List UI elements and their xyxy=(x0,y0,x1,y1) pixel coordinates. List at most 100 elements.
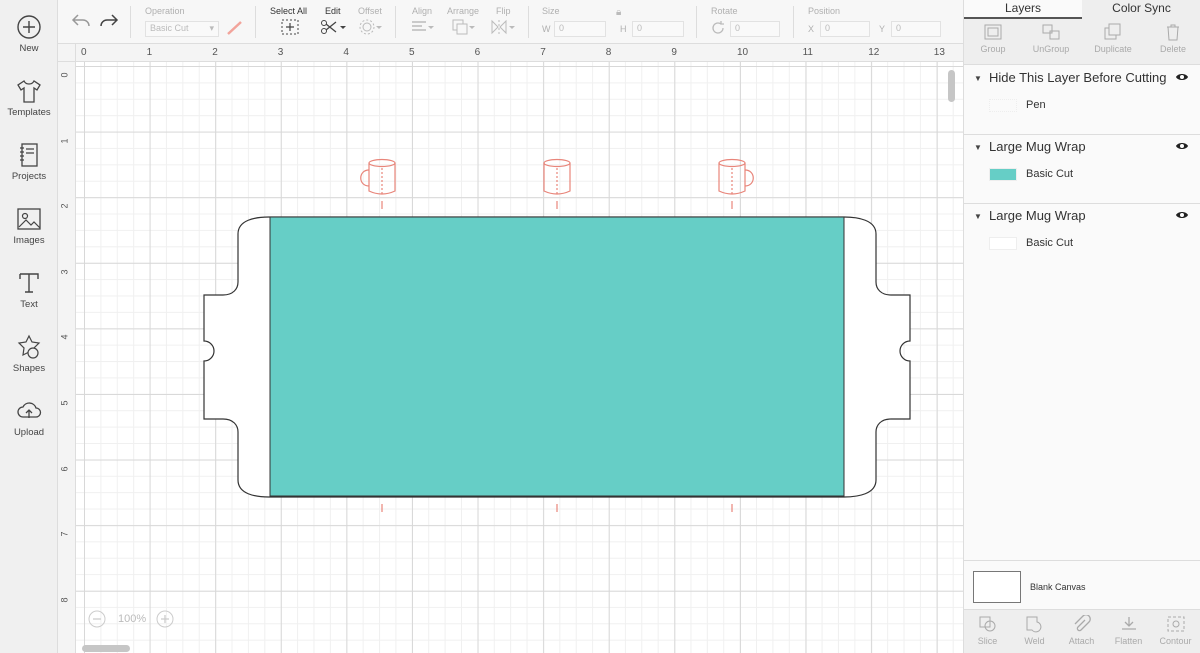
blank-canvas-swatch[interactable] xyxy=(973,571,1021,603)
offset-icon[interactable] xyxy=(359,18,383,36)
flip-icon[interactable] xyxy=(490,18,516,36)
flatten-button[interactable]: Flatten xyxy=(1105,615,1152,646)
layer-color-swatch[interactable] xyxy=(989,99,1017,112)
nav-text[interactable]: Text xyxy=(0,270,58,330)
ungroup-button[interactable]: UnGroup xyxy=(1022,23,1080,54)
weld-button[interactable]: Weld xyxy=(1011,615,1058,646)
width-value: 0 xyxy=(559,23,565,33)
layer-title: Hide This Layer Before Cutting xyxy=(989,70,1167,85)
edit-label: Edit xyxy=(325,6,341,16)
mug-icon-left xyxy=(360,158,396,209)
caret-down-icon[interactable]: ▼ xyxy=(974,212,982,221)
left-nav: New Templates Projects Images Text Shape… xyxy=(0,0,58,653)
tshirt-icon xyxy=(17,80,41,103)
contour-button[interactable]: Contour xyxy=(1152,615,1199,646)
layer-header[interactable]: ▼ Hide This Layer Before Cutting xyxy=(964,66,1200,90)
layer-group[interactable]: ▼ Large Mug Wrap Basic Cut xyxy=(964,135,1200,204)
zoom-out-icon[interactable] xyxy=(88,610,106,628)
undo-icon[interactable] xyxy=(71,12,91,30)
caret-down-icon[interactable]: ▼ xyxy=(974,74,982,83)
group-icon xyxy=(984,24,1002,40)
x-input[interactable]: 0 xyxy=(820,21,870,37)
layer-color-swatch[interactable] xyxy=(989,168,1017,181)
layer-color-swatch[interactable] xyxy=(989,237,1017,250)
weld-icon xyxy=(1026,616,1041,633)
align-icon[interactable] xyxy=(410,18,436,36)
weld-label: Weld xyxy=(1024,636,1045,646)
layer-group[interactable]: ▼ Hide This Layer Before Cutting Pen xyxy=(964,66,1200,135)
layer-header[interactable]: ▼ Large Mug Wrap xyxy=(964,135,1200,159)
nav-text-label: Text xyxy=(20,299,38,310)
mug-icon-right xyxy=(718,158,754,209)
nav-images-label: Images xyxy=(13,235,45,246)
ruler-horizontal: 0 1 2 3 4 5 6 7 8 9 10 11 12 13 xyxy=(58,44,963,62)
eye-icon[interactable] xyxy=(1175,141,1189,151)
ruler-tick-label: 6 xyxy=(59,466,70,472)
duplicate-button[interactable]: Duplicate xyxy=(1084,23,1142,54)
x-label: X xyxy=(808,24,815,34)
group-button[interactable]: Group xyxy=(964,23,1022,54)
toolbar-divider xyxy=(255,6,256,38)
eye-icon[interactable] xyxy=(1175,72,1189,82)
offset-label: Offset xyxy=(358,6,382,16)
edit-scissors-icon[interactable] xyxy=(320,18,348,36)
attach-button[interactable]: Attach xyxy=(1058,615,1105,646)
nav-images[interactable]: Images xyxy=(0,206,58,266)
horizontal-scrollbar[interactable] xyxy=(82,645,130,652)
flip-label: Flip xyxy=(496,6,511,16)
rotate-input[interactable]: 0 xyxy=(730,21,780,37)
toolbar-divider xyxy=(130,6,131,38)
select-all-label: Select All xyxy=(270,6,308,16)
layer-item[interactable]: Basic Cut xyxy=(964,165,1200,185)
image-icon xyxy=(17,208,41,230)
ruler-corner xyxy=(58,44,76,62)
notebook-icon xyxy=(20,143,38,167)
y-input[interactable]: 0 xyxy=(891,21,941,37)
duplicate-icon xyxy=(1104,23,1121,40)
nav-projects-label: Projects xyxy=(11,171,47,182)
redo-icon[interactable] xyxy=(99,12,119,30)
layer-item[interactable]: Pen xyxy=(964,96,1200,116)
ruler-tick-label: 4 xyxy=(59,334,70,340)
ruler-tick-label: 13 xyxy=(933,47,945,58)
layer-header[interactable]: ▼ Large Mug Wrap xyxy=(964,204,1200,228)
ungroup-label: UnGroup xyxy=(1032,44,1070,54)
nav-shapes-label: Shapes xyxy=(12,363,46,374)
eye-icon[interactable] xyxy=(1175,210,1189,220)
rotate-label: Rotate xyxy=(711,6,738,16)
nav-projects[interactable]: Projects xyxy=(0,142,58,202)
blank-canvas-row[interactable]: Blank Canvas xyxy=(964,560,1200,610)
ruler-tick-label: 7 xyxy=(59,531,70,537)
edit-toolbar: Operation Basic Cut ▾ Select All Edit Of… xyxy=(58,0,963,44)
layer-group[interactable]: ▼ Large Mug Wrap Basic Cut xyxy=(964,204,1200,273)
ruler-tick-label: 9 xyxy=(671,47,677,58)
tab-layers[interactable]: Layers xyxy=(964,0,1082,19)
contour-label: Contour xyxy=(1159,636,1192,646)
layer-actions-bar: Group UnGroup Duplicate Delete xyxy=(964,19,1200,65)
height-input[interactable]: 0 xyxy=(632,21,684,37)
operation-select[interactable]: Basic Cut ▾ xyxy=(145,21,219,37)
nav-new[interactable]: New xyxy=(0,14,58,74)
vertical-scrollbar[interactable] xyxy=(948,70,955,102)
toolbar-divider xyxy=(528,6,529,38)
design-canvas[interactable]: 0 1 2 3 4 5 6 7 8 9 10 11 12 13 012345678 100% xyxy=(58,44,963,653)
lock-icon[interactable]: 🔒︎ xyxy=(616,7,621,18)
mug-wrap-design[interactable] xyxy=(58,44,963,653)
slice-button[interactable]: Slice xyxy=(964,615,1011,646)
zoom-in-icon[interactable] xyxy=(156,610,174,628)
tab-color-sync[interactable]: Color Sync xyxy=(1082,0,1200,19)
nav-upload[interactable]: Upload xyxy=(0,398,58,458)
delete-button[interactable]: Delete xyxy=(1144,23,1200,54)
nav-shapes[interactable]: Shapes xyxy=(0,334,58,394)
select-all-icon[interactable] xyxy=(280,18,300,36)
group-label: Group xyxy=(980,44,1006,54)
arrange-icon[interactable] xyxy=(451,18,477,36)
pen-color-swatch-icon[interactable] xyxy=(226,20,244,36)
ruler-tick-label: 2 xyxy=(212,47,218,58)
layer-item[interactable]: Basic Cut xyxy=(964,234,1200,254)
caret-down-icon[interactable]: ▼ xyxy=(974,143,982,152)
nav-templates[interactable]: Templates xyxy=(0,78,58,138)
position-label: Position xyxy=(808,6,841,16)
layer-tools-bar: Slice Weld Attach Flatten Contour xyxy=(964,609,1200,653)
width-input[interactable]: 0 xyxy=(554,21,606,37)
